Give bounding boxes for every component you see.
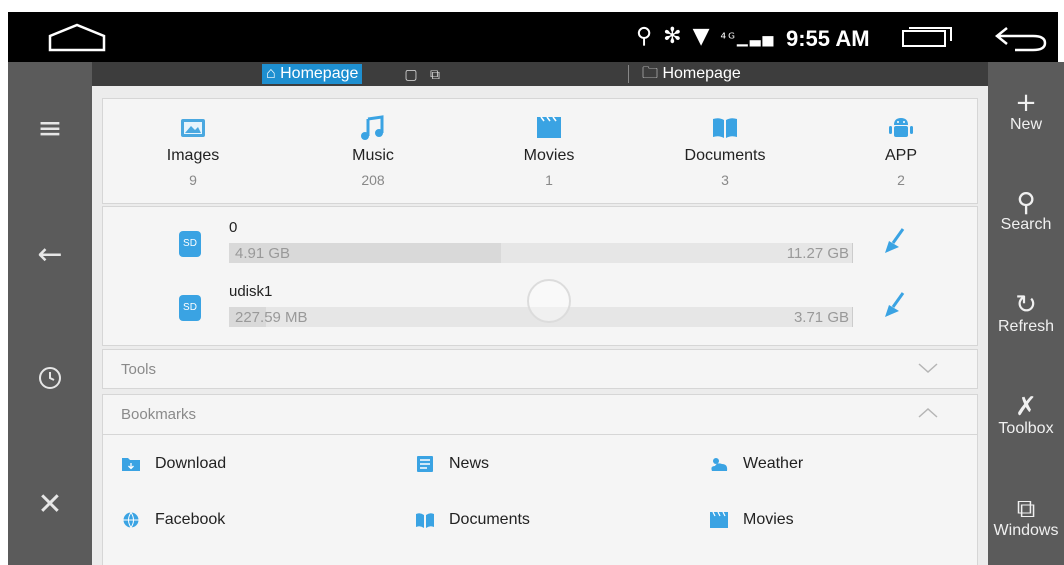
breadcrumb[interactable]: 🗀 Homepage [642, 64, 741, 84]
action-rail: + New ⚲ Search ↻ Refresh ✗ Toolbox ⧉ Win… [988, 62, 1064, 565]
refresh-icon: ↻ [1015, 290, 1037, 320]
single-pane-icon[interactable]: ▢ [402, 65, 420, 83]
tools-section[interactable]: Tools [102, 349, 978, 389]
left-rail: ≡ ← ✕ [8, 62, 92, 565]
category-app[interactable]: APP 2 [831, 99, 971, 188]
sd-card-icon: SD [179, 231, 201, 257]
download-folder-icon [122, 458, 140, 471]
menu-icon: ≡ [37, 110, 63, 146]
windows-button[interactable]: ⧉ Windows [988, 482, 1064, 565]
storage-item-0[interactable]: SD 0 4.91 GB 11.27 GB [103, 217, 979, 277]
chevron-up-icon [918, 407, 938, 418]
clean-broom-icon[interactable] [881, 227, 907, 257]
weather-icon [711, 458, 728, 471]
close-icon: ✕ [37, 486, 63, 522]
storage-name: 0 [229, 219, 238, 236]
category-images[interactable]: Images 9 [123, 99, 263, 188]
home-nav-icon[interactable] [46, 22, 108, 54]
new-button[interactable]: + New [988, 76, 1064, 166]
wifi-icon: ▼ [692, 24, 712, 49]
toolbox-icon: ✗ [1015, 392, 1037, 422]
back-button[interactable]: ← [8, 222, 92, 286]
windows-icon: ⧉ [1016, 494, 1036, 524]
storage-name: udisk1 [229, 283, 273, 300]
home-tab-icon: ⌂ [266, 65, 276, 82]
back-nav-icon[interactable] [993, 22, 1049, 54]
movies-icon [537, 116, 561, 138]
4g-signal-icon: ⁴ᴳ▁▃▅ [720, 31, 776, 47]
location-icon: ⚲ [636, 24, 655, 49]
storage-total: 3.71 GB [793, 309, 849, 326]
storage-usage-bar [229, 243, 853, 263]
bookmarks-title: Bookmarks [121, 406, 197, 423]
search-button[interactable]: ⚲ Search [988, 176, 1064, 266]
history-button[interactable] [8, 346, 92, 410]
music-icon [361, 115, 384, 140]
status-bar: ⚲ ✻ ▼ ⁴ᴳ▁▃▅ 9:55 AM [8, 12, 1058, 62]
images-icon [181, 119, 205, 137]
sd-card-icon: SD [179, 295, 201, 321]
storage-card: SD 0 4.91 GB 11.27 GB SD udisk1 227.59 M… [102, 206, 978, 346]
bookmarks-section: Bookmarks Download News Weather Facebook… [102, 394, 978, 565]
news-icon [417, 456, 433, 472]
category-movies[interactable]: Movies 1 [479, 99, 619, 188]
chevron-down-icon [918, 363, 938, 374]
documents-bookmark-icon [416, 513, 434, 528]
recent-apps-icon[interactable] [901, 26, 953, 48]
tab-bar: ⌂ Homepage ▢ ⧉ 🗀 Homepage [92, 62, 988, 86]
documents-icon [713, 118, 737, 138]
tab-divider [628, 65, 629, 83]
search-icon: ⚲ [1016, 188, 1036, 218]
refresh-button[interactable]: ↻ Refresh [988, 278, 1064, 368]
android-icon [889, 118, 913, 137]
bookmarks-header[interactable]: Bookmarks [103, 395, 977, 435]
clean-broom-icon[interactable] [881, 291, 907, 321]
category-music[interactable]: Music 208 [303, 99, 443, 188]
back-arrow-icon: ← [37, 236, 63, 272]
tools-title: Tools [121, 361, 157, 378]
plus-icon: + [1015, 88, 1037, 118]
menu-button[interactable]: ≡ [8, 96, 92, 160]
close-button[interactable]: ✕ [8, 472, 92, 536]
main-panel: Images 9 Music 208 Movies 1 Documents 3 … [92, 86, 988, 565]
status-icons: ⚲ ✻ ▼ ⁴ᴳ▁▃▅ [636, 24, 775, 49]
storage-used: 4.91 GB [235, 245, 291, 262]
history-icon [39, 367, 61, 389]
globe-icon [123, 512, 139, 529]
categories-card: Images 9 Music 208 Movies 1 Documents 3 … [102, 98, 978, 204]
category-documents[interactable]: Documents 3 [655, 99, 795, 188]
clock: 9:55 AM [786, 26, 870, 51]
folder-icon: 🗀 [642, 65, 659, 82]
dual-pane-icon[interactable]: ⧉ [426, 65, 444, 83]
tab-homepage[interactable]: ⌂ Homepage [262, 64, 363, 84]
loading-spinner [527, 279, 571, 323]
toolbox-button[interactable]: ✗ Toolbox [988, 380, 1064, 470]
bluetooth-icon: ✻ [663, 24, 684, 49]
movies-bookmark-icon [710, 511, 728, 528]
storage-total: 11.27 GB [786, 245, 849, 262]
storage-used: 227.59 MB [235, 309, 308, 326]
